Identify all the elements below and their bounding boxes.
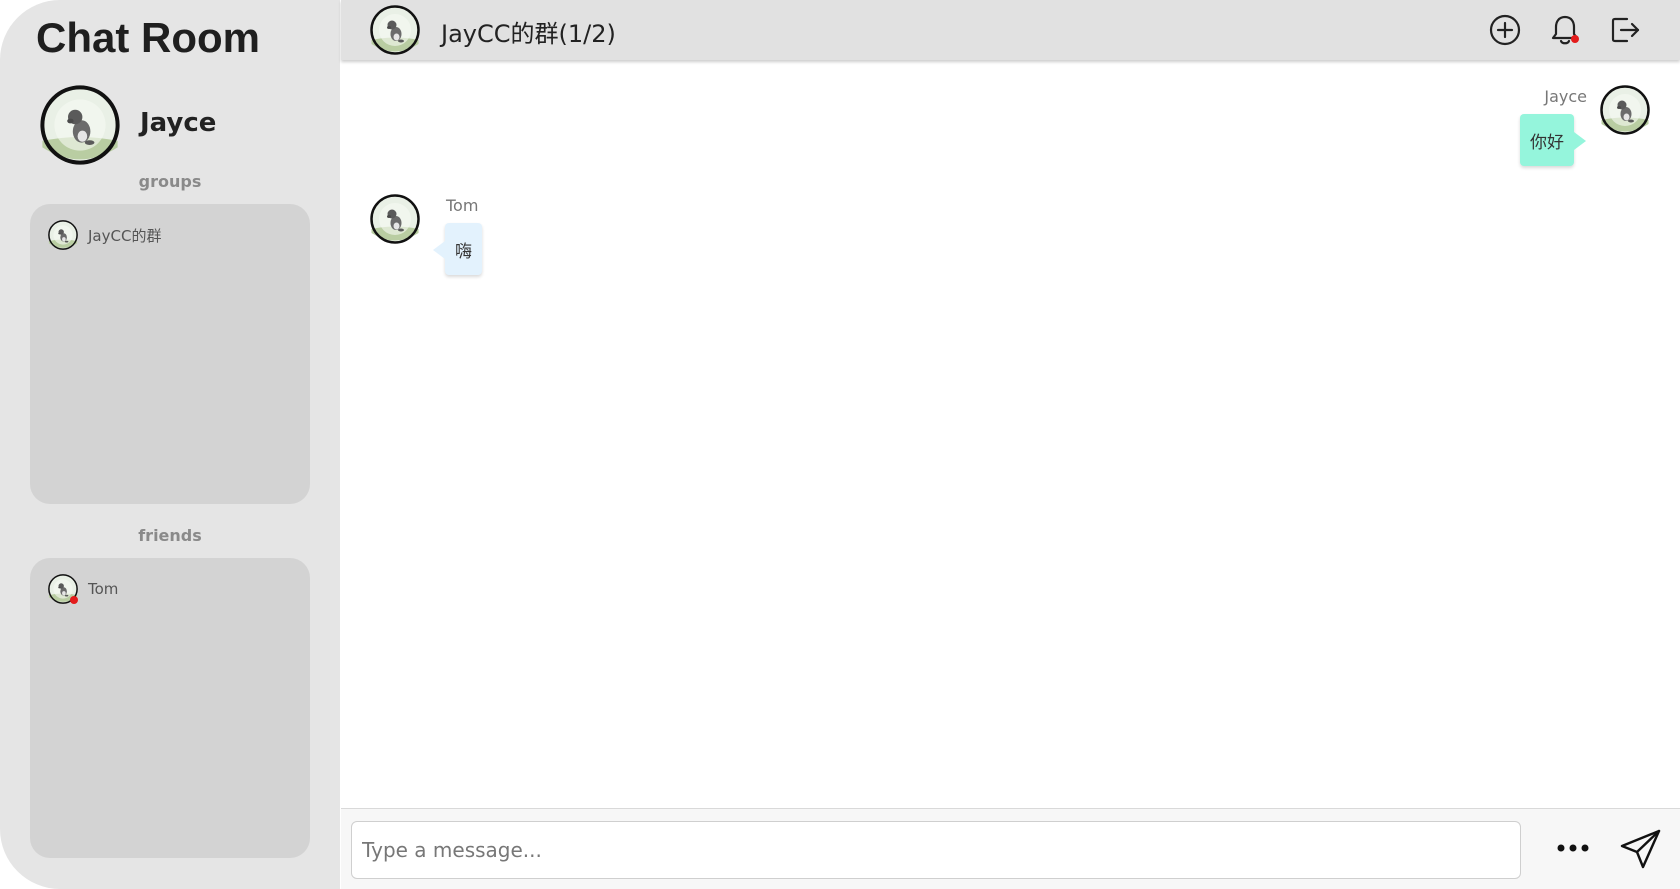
group-item[interactable]: JayCC的群 — [48, 220, 161, 250]
groups-heading: groups — [138, 172, 202, 191]
message-sender: Jayce — [1544, 87, 1587, 106]
message-bubble: 嗨 — [433, 223, 482, 275]
message-input[interactable] — [351, 821, 1521, 879]
composer — [341, 808, 1680, 889]
friend-name: Tom — [88, 580, 119, 598]
status-dot-icon — [70, 596, 78, 604]
friends-panel: Tom — [30, 558, 310, 858]
chat-header: JayCC的群(1/2) — [341, 0, 1680, 60]
message-sender: Tom — [446, 196, 479, 215]
notifications-button[interactable] — [1547, 12, 1583, 48]
logout-icon — [1611, 17, 1640, 43]
group-avatar — [48, 220, 78, 250]
send-button[interactable] — [1619, 827, 1663, 871]
add-circle-icon — [1489, 14, 1521, 46]
send-icon — [1620, 829, 1661, 869]
more-options-button[interactable] — [1553, 833, 1593, 863]
bubble-tail — [1574, 132, 1586, 150]
more-dots-icon — [1557, 844, 1589, 852]
logout-button[interactable] — [1607, 12, 1643, 48]
groups-panel: JayCC的群 — [30, 204, 310, 504]
bubble-tail — [433, 241, 445, 259]
group-avatar — [370, 5, 420, 55]
message-list: Jayce 你好 Tom 嗨 — [341, 60, 1680, 808]
bell-icon — [1551, 15, 1579, 45]
message-text: 嗨 — [455, 241, 472, 262]
notification-dot-icon — [1571, 35, 1579, 43]
friend-avatar — [48, 574, 78, 604]
profile-avatar[interactable] — [40, 85, 120, 165]
friends-heading: friends — [138, 526, 202, 545]
chat-app: Chat Room Jayce groups JayCC的群 friends T… — [0, 0, 1680, 889]
profile-name: Jayce — [140, 108, 217, 138]
sender-avatar[interactable] — [370, 194, 420, 244]
add-button[interactable] — [1487, 12, 1523, 48]
sidebar: Chat Room Jayce groups JayCC的群 friends T… — [0, 0, 340, 889]
group-name: JayCC的群 — [88, 226, 162, 245]
friend-item[interactable]: Tom — [48, 574, 118, 604]
message-text: 你好 — [1530, 132, 1564, 153]
sender-avatar[interactable] — [1600, 85, 1650, 135]
chat-title: JayCC的群(1/2) — [441, 20, 616, 48]
message-bubble: 你好 — [1520, 114, 1586, 166]
app-title: Chat Room — [36, 14, 260, 61]
